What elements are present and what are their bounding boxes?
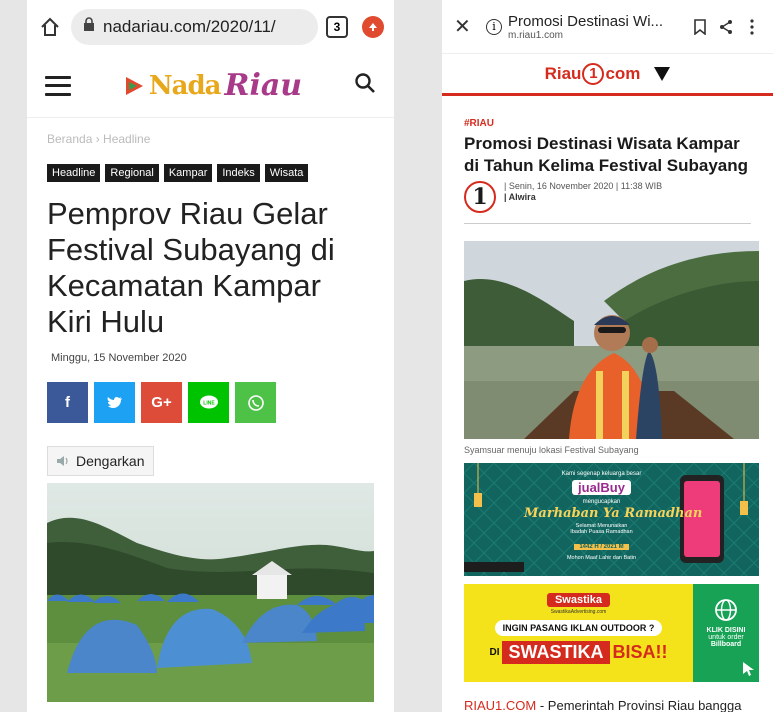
ad2-site: SwastikaAdvertising.com	[550, 609, 607, 615]
google-plus-share-button[interactable]: G+	[141, 382, 182, 423]
ad2-bisa: BISA!!	[612, 642, 668, 662]
share-icon[interactable]	[713, 19, 739, 35]
site-header: Nada Riau	[27, 54, 394, 118]
logo-riau: Riau	[544, 63, 582, 83]
tag-regional[interactable]: Regional	[105, 164, 159, 182]
bookmark-icon[interactable]	[687, 18, 713, 35]
article-photo	[47, 483, 374, 702]
ad2-cta-line2: untuk order	[708, 634, 744, 641]
right-screenshot: ✕ i Promosi Destinasi Wi... m.riau1.com …	[442, 0, 773, 712]
address-bar[interactable]: nadariau.com/2020/11/	[71, 9, 318, 45]
globe-icon	[715, 599, 737, 621]
byline: 1 | Senin, 16 November 2020 | 11:38 WIB …	[464, 181, 751, 213]
tag-headline[interactable]: Headline	[47, 164, 101, 182]
ad-greeting: Kami segenap keluarga besar	[561, 471, 642, 477]
ad2-cta[interactable]: KLIK DISINI untuk order Billboard	[693, 584, 759, 682]
logo-nada: Nada	[148, 70, 222, 101]
ad2-cta-line3: Billboard	[710, 641, 742, 648]
logo-one: 1	[582, 62, 605, 85]
site-logo[interactable]: Riau 1 com	[544, 62, 641, 85]
logo-com: com	[605, 63, 641, 83]
site-logo[interactable]: Nada Riau	[123, 68, 302, 103]
article-datetime: | Senin, 16 November 2020 | 11:38 WIB	[504, 181, 663, 191]
lead-text: - Pemerintah Provinsi Riau bangga	[536, 698, 742, 712]
article-date: Minggu, 15 November 2020	[51, 352, 187, 364]
breadcrumb[interactable]: Beranda › Headline	[47, 132, 374, 146]
tab-switcher-button[interactable]: 3	[326, 16, 348, 38]
twitter-share-button[interactable]	[94, 382, 135, 423]
google-plus-icon: G+	[151, 394, 172, 411]
hamburger-menu-icon[interactable]	[45, 75, 71, 96]
article-lead: RIAU1.COM - Pemerintah Provinsi Riau ban…	[464, 698, 741, 712]
ad-brand-jualbuy: jualBuy	[572, 480, 631, 495]
home-icon[interactable]	[35, 12, 65, 42]
twitter-icon	[107, 396, 122, 408]
play-logo-icon	[125, 76, 143, 95]
logo-riau: Riau	[224, 68, 303, 103]
ad2-di: DI	[489, 647, 500, 658]
speaker-icon	[57, 456, 68, 466]
ad-mengucapkan: mengucapkan	[582, 499, 621, 505]
swastika-ad-banner[interactable]: Swastika SwastikaAdvertising.com INGIN P…	[464, 584, 759, 682]
custom-tab-toolbar: ✕ i Promosi Destinasi Wi... m.riau1.com	[442, 0, 773, 54]
info-icon[interactable]: i	[486, 18, 502, 35]
whatsapp-share-button[interactable]	[235, 382, 276, 423]
listen-button[interactable]: Dengarkan	[47, 446, 154, 476]
cursor-icon	[743, 662, 754, 676]
site-header: Riau 1 com	[442, 54, 773, 96]
url-text: nadariau.com/2020/11/	[103, 17, 276, 36]
share-buttons: f G+ LINE	[47, 382, 374, 423]
author-avatar: 1	[464, 181, 496, 213]
ad-headline: Marhaban Ya Ramadhan	[524, 506, 703, 521]
ad2-brand: Swastika	[546, 593, 611, 607]
divider	[464, 223, 751, 224]
article-title: Promosi Destinasi Wisata Kampar di Tahun…	[464, 134, 749, 175]
ad-year: 1442 H / 2021 M	[574, 544, 629, 550]
facebook-share-button[interactable]: f	[47, 382, 88, 423]
tab-title-block: Promosi Destinasi Wi... m.riau1.com	[508, 13, 687, 41]
listen-label: Dengarkan	[76, 453, 145, 469]
tab-domain: m.riau1.com	[508, 29, 564, 41]
svg-text:LINE: LINE	[203, 400, 215, 406]
jualbuy-ad-banner[interactable]: Kami segenap keluarga besar jualBuy meng…	[464, 463, 759, 576]
ad2-swastika: SWASTIKA	[502, 641, 610, 664]
tag-wisata[interactable]: Wisata	[264, 164, 309, 182]
dropdown-triangle-icon[interactable]	[654, 66, 671, 81]
line-icon: LINE	[199, 395, 218, 408]
tab-title: Promosi Destinasi Wi...	[508, 12, 664, 30]
photo-caption: Syamsuar menuju lokasi Festival Subayang	[464, 445, 639, 455]
ad2-question: INGIN PASANG IKLAN OUTDOOR ?	[494, 620, 663, 636]
lock-icon	[83, 17, 95, 37]
left-screenshot: nadariau.com/2020/11/ 3 Nada Riau Berand…	[27, 0, 394, 712]
section-label[interactable]: #RIAU	[464, 118, 751, 129]
tag-kampar[interactable]: Kampar	[163, 164, 213, 182]
more-options-icon[interactable]	[739, 18, 765, 35]
browser-toolbar: nadariau.com/2020/11/ 3	[27, 0, 394, 54]
article-author: | Alwira	[504, 192, 536, 202]
category-tags: Headline Regional Kampar Indeks Wisata	[47, 164, 374, 182]
whatsapp-icon	[247, 394, 264, 411]
tag-indeks[interactable]: Indeks	[217, 164, 260, 182]
ad-closing: Mohon Maaf Lahir dan Batin	[566, 555, 637, 561]
line-share-button[interactable]: LINE	[188, 382, 229, 423]
close-icon[interactable]: ✕	[454, 14, 474, 39]
ad2-cta-line1: KLIK DISINI	[706, 627, 746, 634]
article-photo	[464, 241, 759, 439]
lead-source[interactable]: RIAU1.COM	[464, 698, 536, 712]
article-title: Pemprov Riau Gelar Festival Subayang di …	[47, 196, 335, 339]
browser-menu-icon[interactable]	[362, 16, 384, 38]
search-icon[interactable]	[354, 72, 376, 99]
ad-sub2: Ibadah Puasa Ramadhan	[570, 529, 633, 535]
facebook-icon: f	[65, 394, 70, 411]
